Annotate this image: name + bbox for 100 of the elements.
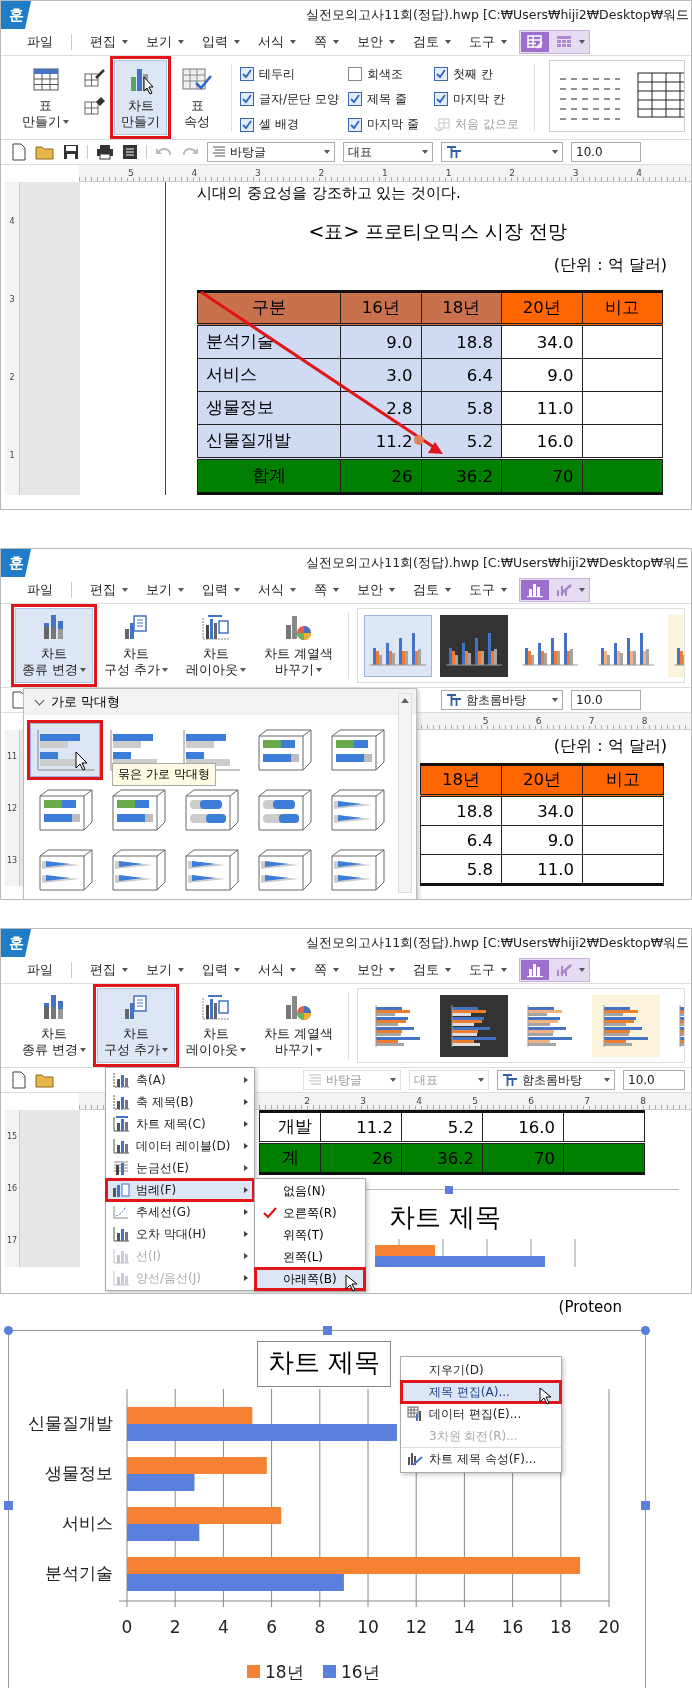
preview-icon[interactable] xyxy=(122,144,138,160)
folder-icon[interactable] xyxy=(35,1072,55,1088)
resize-handle[interactable] xyxy=(445,1186,453,1194)
menu-item[interactable]: 범례(F) xyxy=(106,1179,254,1201)
menu-item[interactable]: 차트 제목 속성(F)... xyxy=(401,1447,561,1470)
folder-icon[interactable] xyxy=(35,144,55,160)
chart-type-option[interactable] xyxy=(30,723,100,777)
bar-chart-icon[interactable] xyxy=(521,580,549,600)
caret-icon[interactable] xyxy=(579,588,585,592)
menu-item[interactable]: 쪽 xyxy=(306,959,347,981)
menu-item[interactable]: 아래쪽(B) xyxy=(255,1268,365,1290)
menu-item[interactable]: 왼쪽(L) xyxy=(255,1246,365,1268)
menu-item[interactable]: 눈금선(E) xyxy=(106,1157,254,1179)
menu-item[interactable]: 보기 xyxy=(138,579,192,601)
menu-item[interactable]: 차트 제목(C) xyxy=(106,1113,254,1135)
chart-style-thumbnail[interactable] xyxy=(591,994,660,1057)
menu-item[interactable]: 서식 xyxy=(250,31,304,53)
table-style-icon[interactable] xyxy=(521,32,549,52)
menu-item[interactable]: 입력 xyxy=(194,31,248,53)
save-icon[interactable] xyxy=(63,144,79,160)
menu-item[interactable]: 위쪽(T) xyxy=(255,1224,365,1246)
ribbon-button[interactable]: 차트 계열색 바꾸기 xyxy=(256,988,340,1063)
resize-handle[interactable] xyxy=(4,1501,13,1510)
scrollbar[interactable] xyxy=(398,693,412,893)
menu-item[interactable]: 서식 xyxy=(250,959,304,981)
new-document-icon[interactable] xyxy=(11,143,27,161)
menu-item[interactable]: 추세선(G) xyxy=(106,1201,254,1223)
menu-item[interactable]: 편집 xyxy=(82,579,136,601)
dropdown-field[interactable]: 함초롬바탕 xyxy=(497,1070,615,1090)
dropdown-field[interactable]: 함초롬바탕 xyxy=(441,690,563,710)
dropdown-field[interactable] xyxy=(441,142,563,162)
checkbox[interactable] xyxy=(240,117,254,132)
menu-item[interactable]: 쪽 xyxy=(306,31,347,53)
caret-icon xyxy=(239,668,246,672)
chart-title: 차트 제목 xyxy=(389,1201,503,1234)
resize-handle[interactable] xyxy=(323,1326,332,1335)
menu-item[interactable]: 보안 xyxy=(349,31,403,53)
menu-item[interactable]: 파일 xyxy=(19,959,61,981)
chart-title[interactable]: 차트 제목 xyxy=(257,1341,392,1387)
dropdown-field[interactable]: 10.0 xyxy=(571,690,641,710)
menu-item[interactable]: 서식 xyxy=(250,579,304,601)
menu-item[interactable]: 보안 xyxy=(349,579,403,601)
caret-icon[interactable] xyxy=(579,40,585,44)
dropdown-field[interactable]: 대표 xyxy=(343,142,433,162)
resize-handle[interactable] xyxy=(641,1501,650,1510)
menu-item[interactable]: 보기 xyxy=(138,31,192,53)
table-pen-icon[interactable] xyxy=(84,68,106,88)
menu-item[interactable]: 데이터 편집(E)... xyxy=(401,1403,561,1425)
ribbon-button[interactable]: 차트 레이아웃 xyxy=(178,988,253,1063)
resize-handle[interactable] xyxy=(4,1326,13,1335)
menu-item[interactable]: 편집 xyxy=(82,959,136,981)
dropdown-field[interactable]: 바탕글 xyxy=(207,142,335,162)
new-document-icon[interactable] xyxy=(11,1071,27,1089)
menu-item[interactable]: 도구 xyxy=(461,959,515,981)
menu-item[interactable]: 파일 xyxy=(19,579,61,601)
ribbon-button[interactable]: 차트 종류 변경 xyxy=(15,988,93,1063)
dropdown-field[interactable]: 10.0 xyxy=(571,142,641,162)
menu-item[interactable]: 입력 xyxy=(194,959,248,981)
dropdown-field[interactable]: 10.0 xyxy=(623,1070,685,1090)
chart-style-thumbnail[interactable] xyxy=(363,614,432,677)
submenu-arrow-icon xyxy=(244,1231,248,1237)
menu-item[interactable]: 도구 xyxy=(461,579,515,601)
menu-item[interactable]: 쪽 xyxy=(306,579,347,601)
checkbox[interactable] xyxy=(434,67,448,82)
menu-item[interactable]: 축(A) xyxy=(106,1069,254,1091)
menu-item[interactable]: 검토 xyxy=(405,31,459,53)
menu-item[interactable]: 지우기(D) xyxy=(401,1359,561,1381)
menu-item[interactable]: 입력 xyxy=(194,579,248,601)
print-icon[interactable] xyxy=(96,144,114,160)
ribbon-button[interactable]: 차트 레이아웃 xyxy=(178,608,253,683)
chart-style-thumbnail[interactable] xyxy=(439,614,508,677)
menu-item[interactable]: 오른쪽(R) xyxy=(255,1202,365,1224)
menu-item[interactable]: 제목 편집(A)... xyxy=(401,1381,561,1403)
ribbon-button[interactable]: 표 속성 xyxy=(171,60,223,135)
menu-item[interactable]: 도구 xyxy=(461,31,515,53)
menu-item[interactable]: 없음(N) xyxy=(255,1180,365,1202)
ribbon-button[interactable]: 표 만들기 xyxy=(15,60,76,135)
menu-item[interactable]: 편집 xyxy=(82,31,136,53)
chart-style-thumbnail[interactable] xyxy=(439,994,508,1057)
table-eraser-icon[interactable] xyxy=(84,96,106,116)
bar-chart-icon[interactable] xyxy=(521,960,549,980)
menu-item[interactable]: 보기 xyxy=(138,959,192,981)
ribbon-button[interactable]: 차트 구성 추가 xyxy=(97,608,175,683)
menu-item[interactable]: 데이터 레이블(D) xyxy=(106,1135,254,1157)
ribbon-button[interactable]: 차트 계열색 바꾸기 xyxy=(256,608,340,683)
checkbox[interactable] xyxy=(348,67,362,82)
menu-item[interactable]: 파일 xyxy=(19,31,61,53)
checkbox[interactable] xyxy=(240,67,254,82)
menu-item[interactable]: 검토 xyxy=(405,959,459,981)
checkbox[interactable] xyxy=(348,117,362,132)
menu-item[interactable]: 오차 막대(H) xyxy=(106,1223,254,1245)
menu-item[interactable]: 축 제목(B) xyxy=(106,1091,254,1113)
caret-icon[interactable] xyxy=(579,968,585,972)
checkbox[interactable] xyxy=(348,92,362,107)
menu-item[interactable]: 보안 xyxy=(349,959,403,981)
table-style-gallery[interactable] xyxy=(549,60,685,132)
resize-handle[interactable] xyxy=(641,1326,650,1335)
menu-item[interactable]: 검토 xyxy=(405,579,459,601)
checkbox[interactable] xyxy=(240,92,254,107)
checkbox[interactable] xyxy=(434,92,448,107)
